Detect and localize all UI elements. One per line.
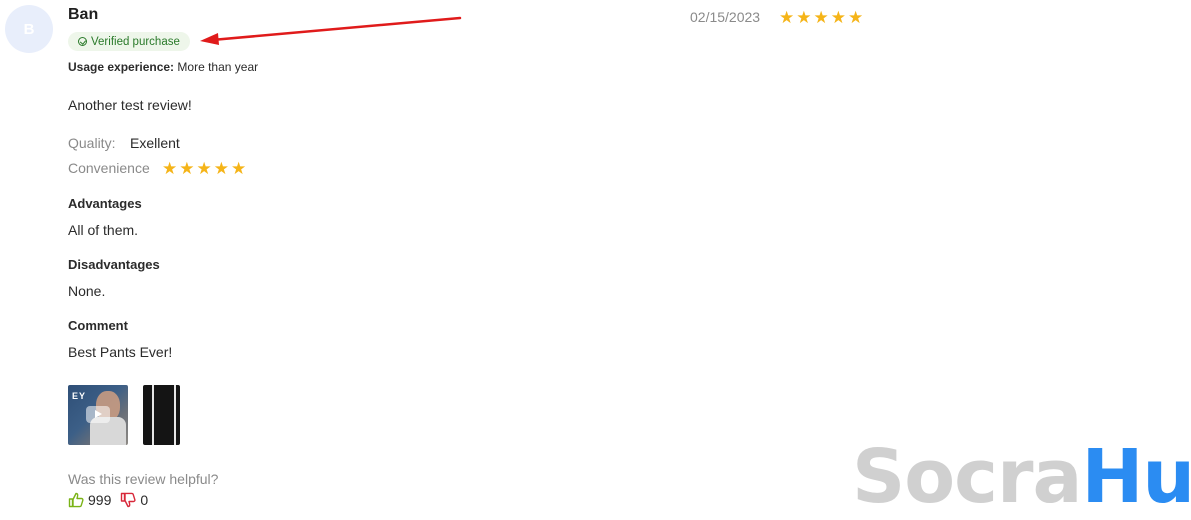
star-icon: ★ xyxy=(813,8,829,27)
check-circle-icon xyxy=(78,37,87,46)
star-icon: ★ xyxy=(213,159,229,178)
thumbs-down-icon[interactable] xyxy=(120,492,136,508)
rating-stars: ★ ★ ★ ★ ★ xyxy=(779,9,865,26)
like-count: 999 xyxy=(88,492,112,508)
usage-label: Usage experience: xyxy=(68,60,175,74)
photo-thumbnail[interactable] xyxy=(143,385,180,445)
star-icon: ★ xyxy=(162,159,178,178)
video-thumbnail[interactable]: EY xyxy=(68,385,128,445)
usage-experience: Usage experience: More than year xyxy=(68,60,258,74)
advantages-text: All of them. xyxy=(68,222,139,238)
star-icon: ★ xyxy=(779,8,795,27)
watermark-part2: Hub xyxy=(1081,434,1191,520)
disadvantages-text: None. xyxy=(68,283,106,299)
disadvantages-title: Disadvantages xyxy=(68,257,160,272)
star-icon: ★ xyxy=(196,159,212,178)
vote-controls: 999 0 xyxy=(68,492,148,508)
verified-purchase-badge: Verified purchase xyxy=(68,32,190,51)
review-date: 02/15/2023 xyxy=(690,9,761,25)
advantages-title: Advantages xyxy=(68,196,142,211)
watermark-part1: Socra xyxy=(852,434,1082,520)
star-icon: ★ xyxy=(848,8,864,27)
video-thumbnail-text: EY xyxy=(72,391,87,401)
helpful-question: Was this review helpful? xyxy=(68,471,219,487)
comment-text: Best Pants Ever! xyxy=(68,344,173,360)
comment-title: Comment xyxy=(68,318,128,333)
usage-value: More than year xyxy=(177,60,259,74)
star-icon: ★ xyxy=(830,8,846,27)
watermark-logo: SocraHub xyxy=(852,440,1191,514)
quality-value: Exellent xyxy=(130,135,180,151)
star-icon: ★ xyxy=(231,159,247,178)
thumbs-up-icon[interactable] xyxy=(68,492,84,508)
red-arrow-annotation xyxy=(200,16,462,45)
review-text: Another test review! xyxy=(68,97,192,113)
star-icon: ★ xyxy=(796,8,812,27)
quality-label: Quality: xyxy=(68,135,116,151)
author-name: Ban xyxy=(68,6,99,23)
star-icon: ★ xyxy=(179,159,195,178)
avatar: B xyxy=(5,5,53,53)
verified-label: Verified purchase xyxy=(91,35,180,48)
dislike-count: 0 xyxy=(140,492,149,508)
convenience-label: Convenience xyxy=(68,160,150,176)
convenience-stars: ★ ★ ★ ★ ★ xyxy=(162,160,248,177)
play-icon[interactable] xyxy=(86,406,110,423)
